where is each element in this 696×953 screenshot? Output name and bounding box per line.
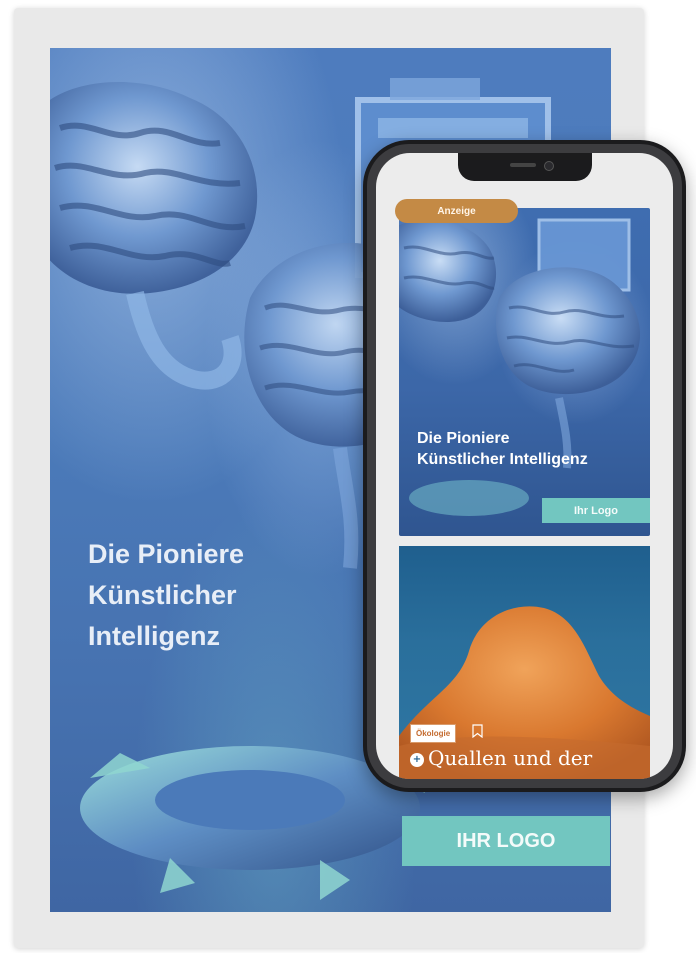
article-title[interactable]: + Quallen und der bbox=[410, 746, 650, 770]
poster-title: Die Pioniere Künstlicher Intelligenz bbox=[88, 539, 245, 651]
article-title-text: Quallen und der bbox=[428, 746, 593, 770]
poster-logo-placeholder: IHR LOGO bbox=[402, 816, 610, 866]
article-card[interactable]: Ökologie + Quallen und der bbox=[399, 546, 650, 779]
jellyfish-illustration bbox=[399, 606, 650, 779]
ad-illustration bbox=[399, 218, 641, 516]
category-tag[interactable]: Ökologie bbox=[410, 724, 457, 743]
camera-icon bbox=[544, 161, 554, 171]
phone-mockup: Anzeige Die Pioniere Künstlicher Intelli… bbox=[363, 140, 686, 792]
ad-card[interactable]: Die Pioniere Künstlicher Intelligenz Ihr… bbox=[399, 208, 650, 536]
ad-title: Die Pioniere Künstlicher Intelligenz bbox=[417, 430, 588, 468]
brain-left bbox=[50, 82, 258, 390]
bookmark-icon[interactable] bbox=[472, 724, 483, 738]
phone-notch bbox=[458, 153, 592, 181]
speaker-icon bbox=[510, 163, 536, 167]
phone-screen: Anzeige Die Pioniere Künstlicher Intelli… bbox=[376, 153, 673, 779]
ad-badge: Anzeige bbox=[395, 199, 518, 223]
ad-logo-placeholder: Ihr Logo bbox=[542, 498, 650, 523]
plus-badge-icon: + bbox=[410, 752, 424, 767]
